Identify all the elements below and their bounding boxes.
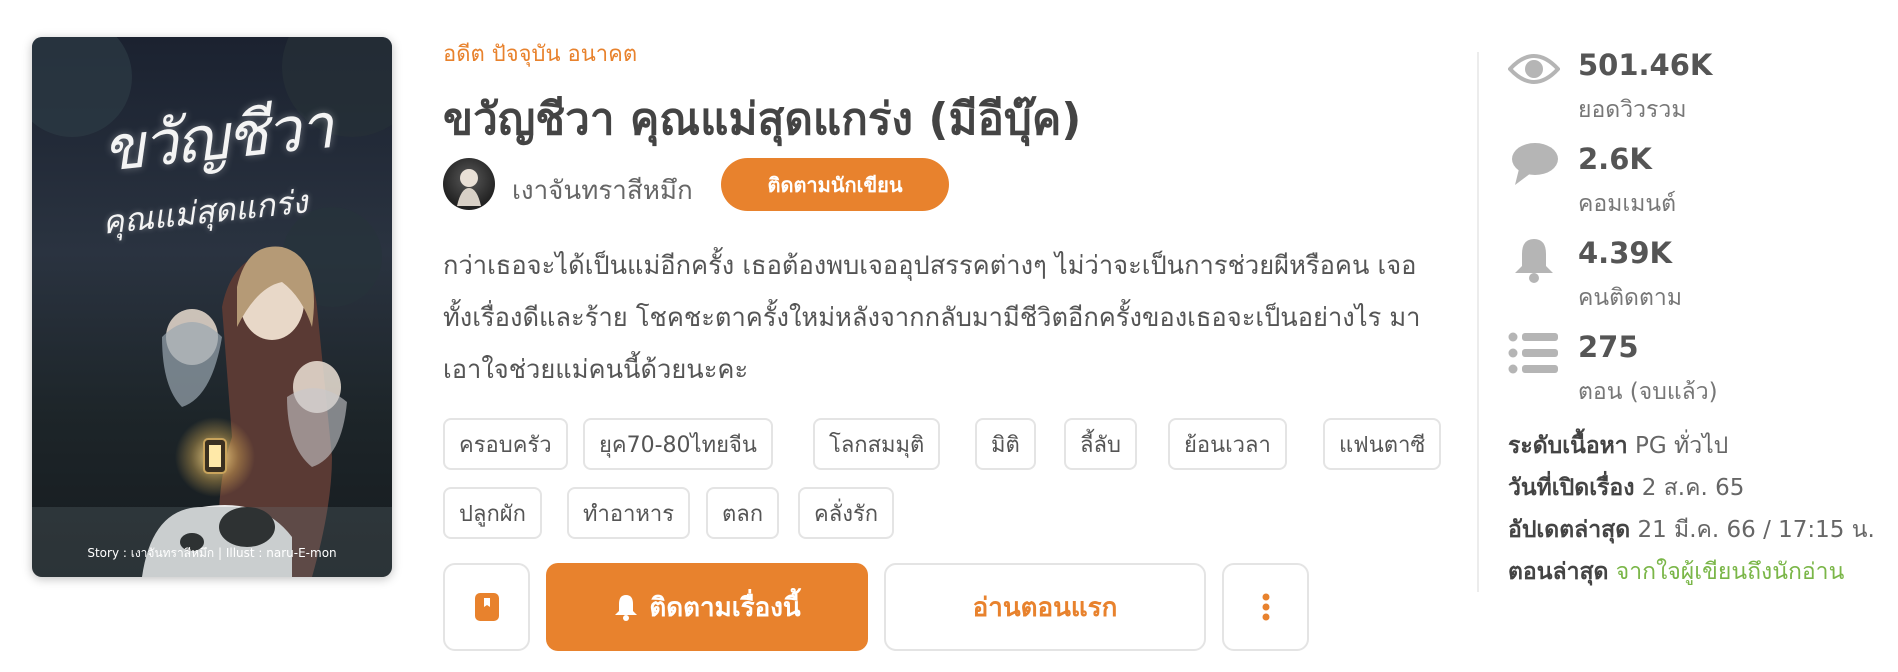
tag-fictional-world[interactable]: โลกสมมุติ bbox=[813, 418, 941, 470]
followers-value: 4.39K bbox=[1578, 236, 1673, 270]
latest-episode-label: ตอนล่าสุด bbox=[1508, 559, 1609, 585]
content-rating: ระดับเนื้อหา PG ทั่วไป bbox=[1508, 428, 1728, 464]
list-icon bbox=[1508, 329, 1560, 377]
follow-story-label: ติดตามเรื่องนี้ bbox=[649, 591, 801, 622]
tag-mystery[interactable]: ลี้ลับ bbox=[1064, 418, 1137, 470]
updated-date-label: อัปเดตล่าสุด bbox=[1508, 517, 1631, 543]
episodes-label: ตอน (จบแล้ว) bbox=[1578, 379, 1718, 405]
views-value: 501.46K bbox=[1578, 48, 1713, 82]
tag-era[interactable]: ยุค70-80ไทยจีน bbox=[583, 418, 773, 470]
tag-family[interactable]: ครอบครัว bbox=[443, 418, 568, 470]
updated-date: อัปเดตล่าสุด 21 มี.ค. 66 / 17:15 น. bbox=[1508, 512, 1875, 548]
author-avatar[interactable] bbox=[443, 158, 495, 210]
genre-link[interactable]: อดีต ปัจจุบัน อนาคต bbox=[443, 36, 637, 71]
synopsis: กว่าเธอจะได้เป็นแม่อีกครั้ง เธอต้องพบเจอ… bbox=[443, 251, 1421, 385]
eye-icon bbox=[1508, 45, 1560, 93]
updated-date-value: 21 มี.ค. 66 / 17:15 น. bbox=[1637, 517, 1875, 543]
tag-cooking[interactable]: ทำอาหาร bbox=[567, 487, 691, 539]
comments-value: 2.6K bbox=[1578, 142, 1652, 176]
opened-date-label: วันที่เปิดเรื่อง bbox=[1508, 475, 1635, 501]
tag-comedy[interactable]: ตลก bbox=[706, 487, 780, 539]
latest-episode: ตอนล่าสุด จากใจผู้เขียนถึงนักอ่าน bbox=[1508, 554, 1844, 590]
follow-story-button[interactable]: ติดตามเรื่องนี้ bbox=[546, 563, 868, 651]
bookmark-icon bbox=[474, 593, 499, 621]
tag-time-travel[interactable]: ย้อนเวลา bbox=[1168, 418, 1287, 470]
tag-dimension[interactable]: มิติ bbox=[975, 418, 1036, 470]
read-first-episode-button[interactable]: อ่านตอนแรก bbox=[884, 563, 1206, 651]
bookmark-button[interactable] bbox=[443, 563, 530, 651]
comment-icon bbox=[1508, 140, 1560, 188]
episodes-value: 275 bbox=[1578, 330, 1639, 364]
follow-author-button[interactable]: ติดตามนักเขียน bbox=[721, 158, 949, 211]
opened-date: วันที่เปิดเรื่อง 2 ส.ค. 65 bbox=[1508, 470, 1744, 506]
tag-gardening[interactable]: ปลูกผัก bbox=[443, 487, 542, 539]
story-title: ขวัญชีวา คุณแม่สุดแกร่ง (มีอีบุ๊ค) bbox=[443, 94, 1082, 145]
avatar-figure bbox=[457, 169, 481, 206]
cover-image: ขวัญชีวา คุณแม่สุดแกร่ง Story : เงาจันทร… bbox=[32, 37, 392, 577]
followers-label: คนติดตาม bbox=[1578, 285, 1682, 311]
more-vertical-icon bbox=[1262, 593, 1269, 621]
more-options-button[interactable] bbox=[1222, 563, 1309, 651]
sidebar-divider bbox=[1477, 52, 1479, 592]
cover-credit: Story : เงาจันทราสีหมึก | Illust : naru-… bbox=[87, 546, 337, 560]
comments-label: คอมเมนต์ bbox=[1578, 191, 1677, 217]
opened-date-value: 2 ส.ค. 65 bbox=[1641, 475, 1745, 501]
tag-fantasy[interactable]: แฟนตาซี bbox=[1323, 418, 1442, 470]
content-rating-value: PG ทั่วไป bbox=[1635, 433, 1729, 459]
bell-icon bbox=[615, 595, 638, 621]
latest-episode-link[interactable]: จากใจผู้เขียนถึงนักอ่าน bbox=[1616, 559, 1845, 585]
tag-obsessive-love[interactable]: คลั่งรัก bbox=[798, 487, 895, 539]
views-label: ยอดวิวรวม bbox=[1578, 97, 1687, 123]
bell-stat-icon bbox=[1508, 236, 1560, 284]
content-rating-label: ระดับเนื้อหา bbox=[1508, 433, 1628, 459]
author-name[interactable]: เงาจันทราสีหมึก bbox=[512, 170, 693, 211]
